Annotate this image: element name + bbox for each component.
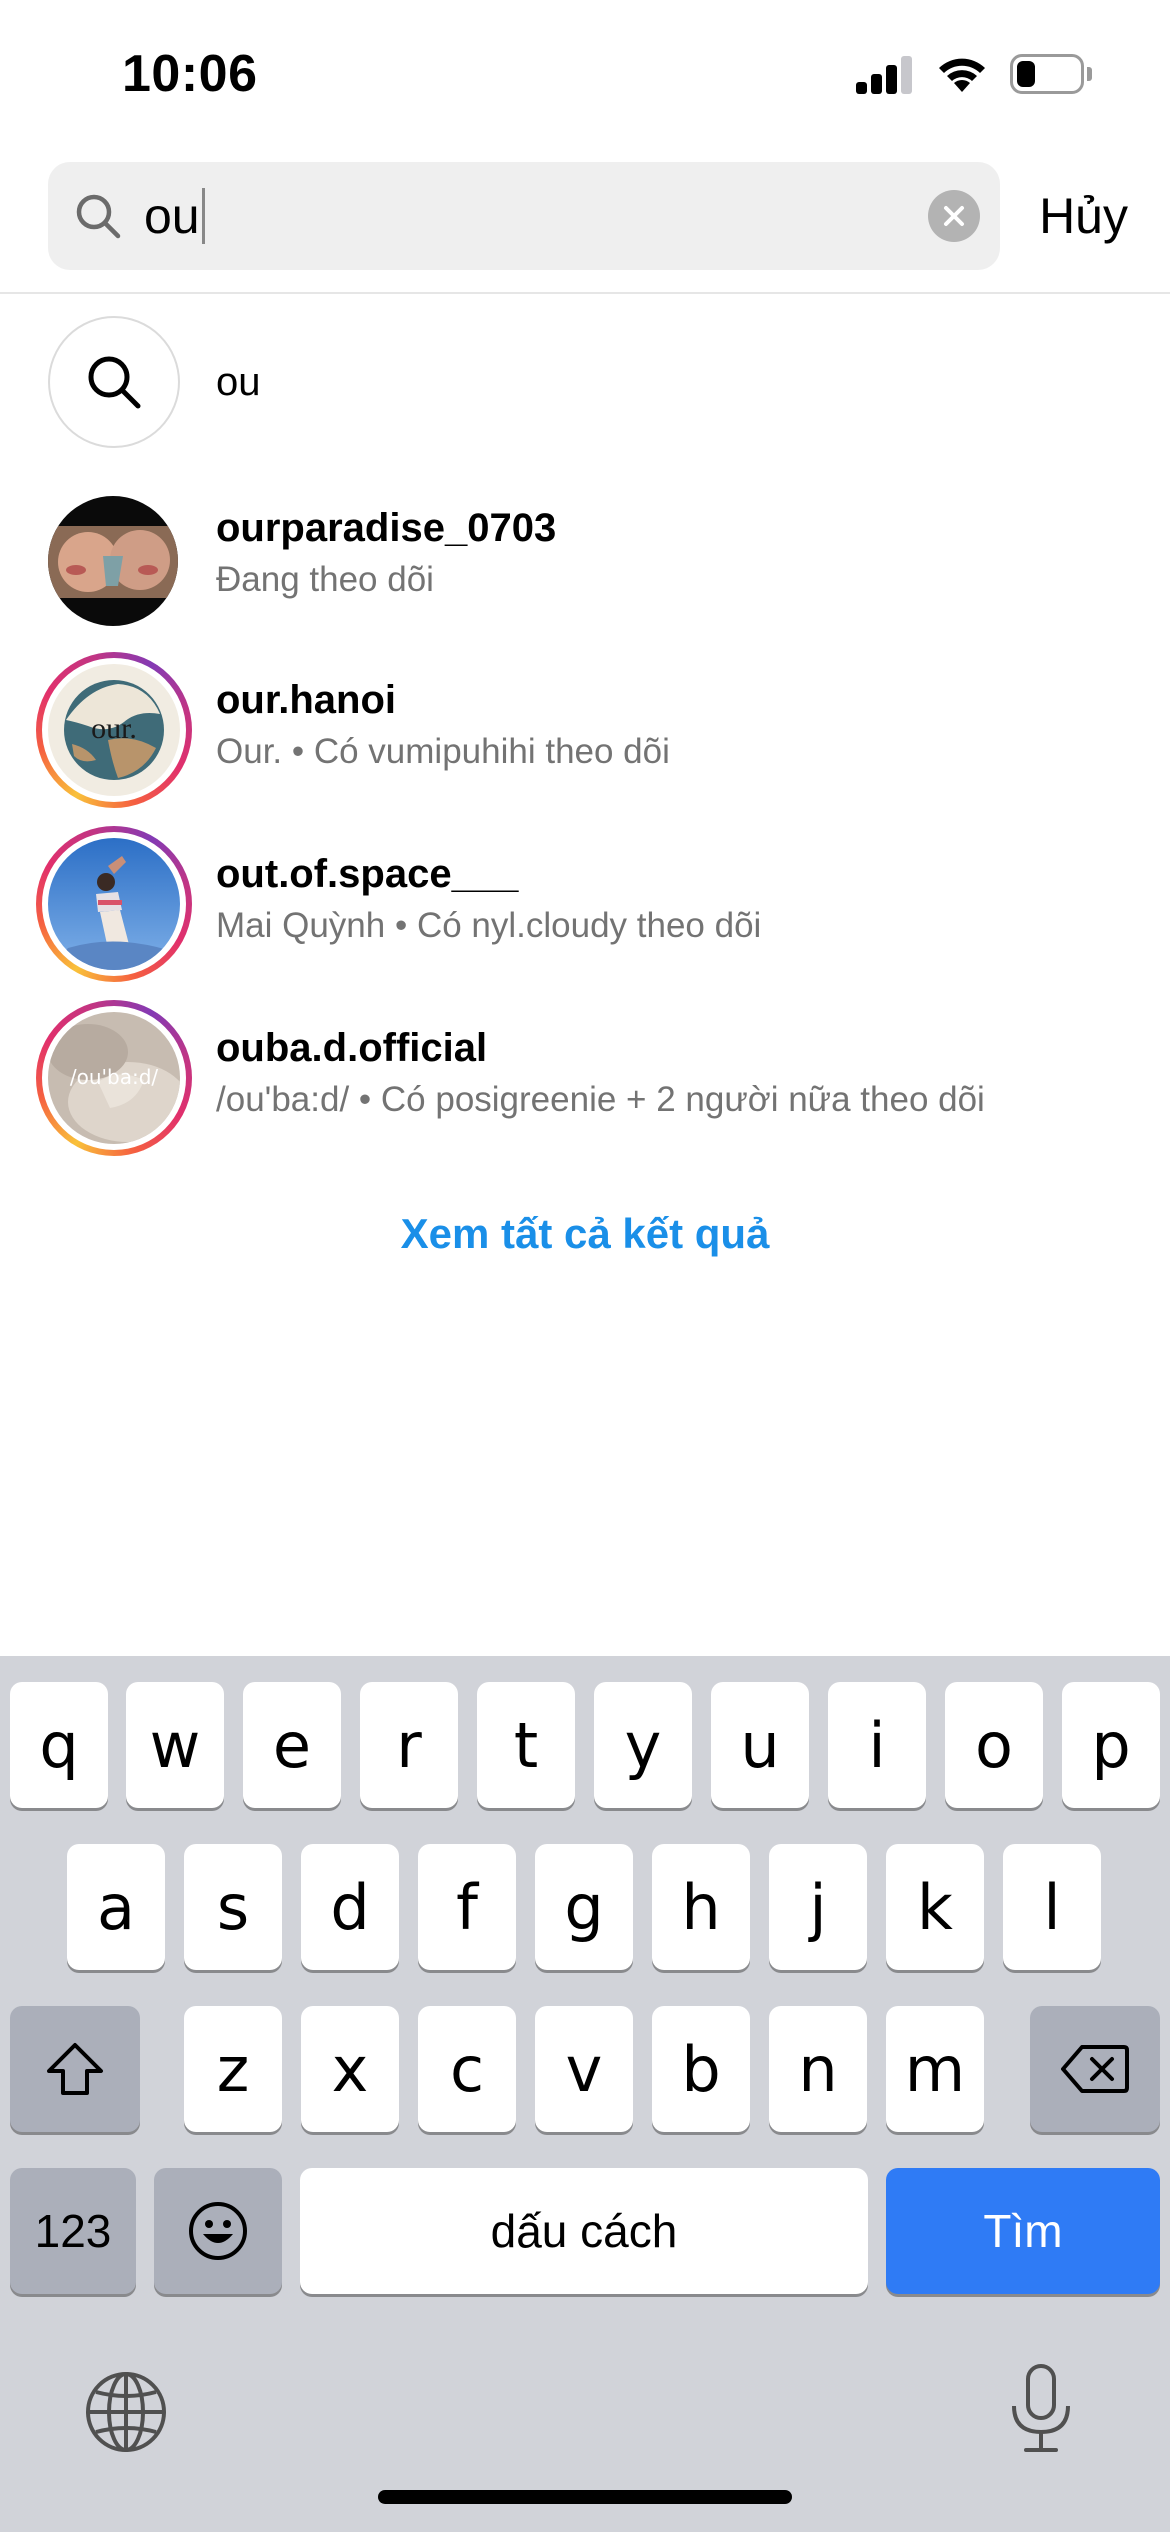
result-text: our.hanoi Our. • Có vumipuhihi theo dõi — [216, 676, 670, 774]
key-h[interactable]: h — [652, 1844, 750, 1970]
username: ourparadise_0703 — [216, 506, 557, 550]
globe-button[interactable] — [82, 2368, 170, 2456]
wifi-icon — [939, 58, 985, 92]
search-input[interactable]: ou — [48, 162, 1000, 270]
result-text: ouba.d.official /ou'ba:d/ • Có posigreen… — [216, 1024, 985, 1122]
backspace-icon — [1061, 2045, 1129, 2093]
globe-icon — [86, 2372, 166, 2452]
story-ring — [36, 826, 192, 982]
status-time: 10:06 — [122, 45, 258, 103]
cancel-button[interactable]: Hủy — [1039, 186, 1128, 246]
result-subtitle: Đang theo dõi — [216, 560, 434, 599]
numbers-key[interactable]: 123 — [10, 2168, 136, 2294]
search-query[interactable]: ou — [144, 186, 205, 246]
status-icons — [856, 54, 1092, 94]
avatar: our. — [48, 664, 180, 796]
search-result-item[interactable]: /ou'ba:d/ ouba.d.official /ou'ba:d/ • Có… — [0, 988, 1170, 1156]
search-query-text: ou — [144, 188, 200, 244]
search-result-item[interactable]: ourparadise_0703 Đang theo dõi — [0, 472, 1170, 638]
username: ouba.d.official — [216, 1026, 488, 1070]
key-y[interactable]: y — [594, 1682, 692, 1808]
search-return-key[interactable]: Tìm — [886, 2168, 1160, 2294]
header-divider — [0, 292, 1170, 294]
key-d[interactable]: d — [301, 1844, 399, 1970]
avatar — [48, 838, 180, 970]
username: out.of.space___ — [216, 852, 519, 896]
shift-key[interactable] — [10, 2006, 140, 2132]
emoji-key[interactable] — [154, 2168, 282, 2294]
key-u[interactable]: u — [711, 1682, 809, 1808]
avatar-logo-text: /ou'ba:d/ — [70, 1065, 159, 1089]
key-x[interactable]: x — [301, 2006, 399, 2132]
key-c[interactable]: c — [418, 2006, 516, 2132]
search-result-item[interactable]: our. our.hanoi Our. • Có vumipuhihi theo… — [0, 640, 1170, 808]
backspace-key[interactable] — [1030, 2006, 1160, 2132]
avatar-logo-text: our. — [91, 712, 137, 745]
search-icon — [88, 356, 141, 409]
result-subtitle: Our. • Có vumipuhihi theo dõi — [216, 732, 670, 771]
search-result-item[interactable]: out.of.space___ Mai Quỳnh • Có nyl.cloud… — [0, 814, 1170, 982]
key-j[interactable]: j — [769, 1844, 867, 1970]
key-i[interactable]: i — [828, 1682, 926, 1808]
key-f[interactable]: f — [418, 1844, 516, 1970]
key-p[interactable]: p — [1062, 1682, 1160, 1808]
key-g[interactable]: g — [535, 1844, 633, 1970]
story-ring: our. — [36, 652, 192, 808]
key-w[interactable]: w — [126, 1682, 224, 1808]
clear-search-button[interactable] — [928, 190, 980, 242]
key-l[interactable]: l — [1003, 1844, 1101, 1970]
key-o[interactable]: o — [945, 1682, 1043, 1808]
result-text: out.of.space___ Mai Quỳnh • Có nyl.cloud… — [216, 850, 761, 948]
search-icon — [76, 194, 121, 239]
key-v[interactable]: v — [535, 2006, 633, 2132]
close-icon — [944, 206, 964, 226]
result-subtitle: /ou'ba:d/ • Có posigreenie + 2 người nữa… — [216, 1080, 985, 1119]
home-indicator[interactable] — [378, 2490, 792, 2504]
key-z[interactable]: z — [184, 2006, 282, 2132]
username: our.hanoi — [216, 678, 396, 722]
key-t[interactable]: t — [477, 1682, 575, 1808]
emoji-icon — [189, 2202, 247, 2260]
key-e[interactable]: e — [243, 1682, 341, 1808]
key-a[interactable]: a — [67, 1844, 165, 1970]
keyword-search-avatar — [48, 316, 180, 448]
result-subtitle: Mai Quỳnh • Có nyl.cloudy theo dõi — [216, 906, 762, 945]
key-r[interactable]: r — [360, 1682, 458, 1808]
key-q[interactable]: q — [10, 1682, 108, 1808]
see-all-results-link[interactable]: Xem tất cả kết quả — [0, 1210, 1170, 1258]
cellular-signal-icon — [856, 54, 914, 94]
story-ring: /ou'ba:d/ — [36, 1000, 192, 1156]
keyboard: q w e r t y u i o p a s d f g h j k l z … — [0, 1656, 1170, 2532]
keyword-suggestion-text: ou — [216, 360, 261, 404]
microphone-button[interactable] — [1006, 2362, 1076, 2456]
avatar — [48, 496, 178, 626]
space-key[interactable]: dấu cách — [300, 2168, 868, 2294]
result-text: ourparadise_0703 Đang theo dõi — [216, 504, 556, 602]
key-b[interactable]: b — [652, 2006, 750, 2132]
microphone-icon — [1012, 2364, 1070, 2452]
shift-icon — [47, 2043, 103, 2095]
battery-icon — [1010, 54, 1092, 94]
text-caret — [201, 188, 205, 244]
key-k[interactable]: k — [886, 1844, 984, 1970]
key-m[interactable]: m — [886, 2006, 984, 2132]
search-header: ou Hủy — [48, 162, 1128, 270]
avatar: /ou'ba:d/ — [48, 1012, 180, 1144]
status-bar: 10:06 — [0, 0, 1170, 150]
key-n[interactable]: n — [769, 2006, 867, 2132]
key-s[interactable]: s — [184, 1844, 282, 1970]
